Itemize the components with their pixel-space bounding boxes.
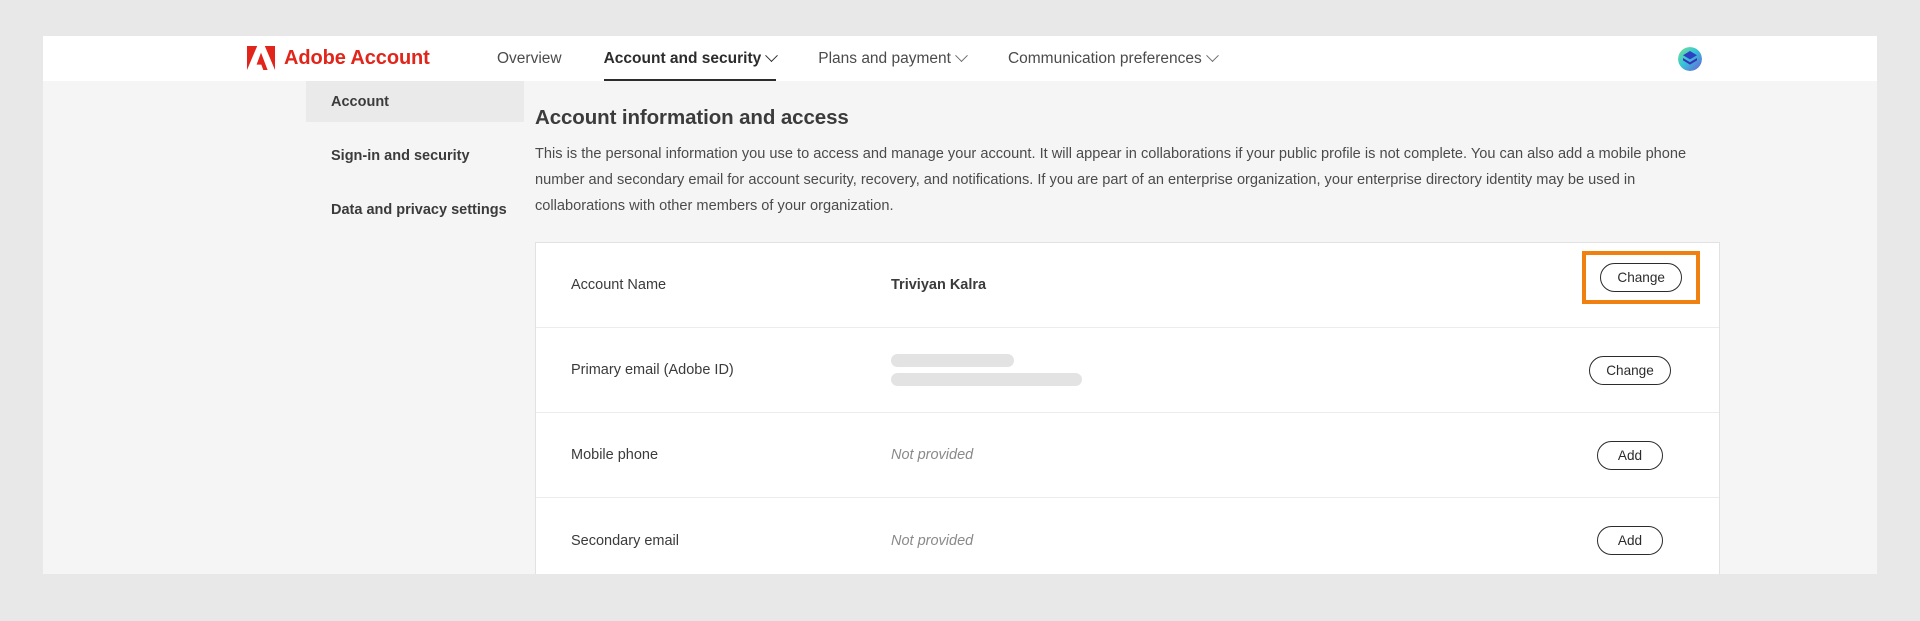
row-value bbox=[891, 354, 1571, 386]
redaction-bar bbox=[891, 354, 1014, 367]
nav-item-label: Overview bbox=[497, 49, 562, 67]
change-primary-email-button[interactable]: Change bbox=[1589, 355, 1671, 385]
user-avatar-icon bbox=[1678, 47, 1702, 71]
screenshot-root: Adobe Account Overview Account and secur… bbox=[0, 0, 1920, 621]
brand-logo-link[interactable]: Adobe Account bbox=[247, 36, 430, 81]
row-action: Change bbox=[1571, 355, 1689, 385]
add-mobile-phone-button[interactable]: Add bbox=[1597, 440, 1663, 470]
sidebar-item-sign-in-and-security[interactable]: Sign-in and security bbox=[306, 135, 524, 176]
nav-item-label: Account and security bbox=[603, 49, 762, 67]
page-viewport: Adobe Account Overview Account and secur… bbox=[43, 36, 1877, 574]
row-value: Not provided bbox=[891, 447, 974, 463]
chevron-down-icon bbox=[1205, 49, 1219, 63]
row-action: Add bbox=[1571, 526, 1689, 555]
page-description: This is the personal information you use… bbox=[535, 146, 1687, 214]
redaction-bar bbox=[891, 373, 1082, 386]
nav-item-account-and-security[interactable]: Account and security bbox=[583, 36, 798, 81]
page-content: Account Sign-in and security Data and pr… bbox=[43, 81, 1877, 574]
add-secondary-email-button[interactable]: Add bbox=[1597, 526, 1663, 555]
nav-links: Overview Account and security Plans and … bbox=[476, 36, 1238, 81]
page-title: Account information and access bbox=[535, 106, 849, 129]
nav-item-plans-and-payment[interactable]: Plans and payment bbox=[797, 36, 987, 81]
row-label: Account Name bbox=[571, 277, 667, 293]
table-row: Mobile phone Not provided Add bbox=[536, 413, 1719, 498]
nav-item-communication-preferences[interactable]: Communication preferences bbox=[987, 36, 1238, 81]
account-information-card: Account Name Triviyan Kalra Change Prima… bbox=[535, 242, 1720, 574]
table-row: Account Name Triviyan Kalra Change bbox=[536, 243, 1719, 328]
chevron-down-icon bbox=[765, 49, 779, 63]
row-action: Add bbox=[1571, 440, 1689, 470]
sidebar-item-account[interactable]: Account bbox=[306, 81, 524, 122]
adobe-logo-icon bbox=[247, 46, 275, 70]
sidebar-item-label: Data and privacy settings bbox=[331, 201, 507, 218]
row-value: Not provided bbox=[891, 532, 974, 549]
highlight-annotation: Change bbox=[1582, 251, 1700, 304]
top-navigation-bar: Adobe Account Overview Account and secur… bbox=[43, 36, 1877, 81]
sidebar-item-label: Sign-in and security bbox=[331, 147, 470, 164]
table-row: Secondary email Not provided Add bbox=[536, 498, 1719, 574]
nav-item-label: Plans and payment bbox=[818, 49, 951, 67]
sidebar-item-label: Account bbox=[331, 93, 389, 110]
avatar[interactable] bbox=[1678, 47, 1702, 71]
row-label: Primary email (Adobe ID) bbox=[571, 362, 734, 378]
row-label: Secondary email bbox=[571, 532, 679, 549]
change-account-name-button[interactable]: Change bbox=[1600, 263, 1682, 292]
redacted-value bbox=[891, 354, 1571, 386]
chevron-down-icon bbox=[955, 49, 968, 63]
sidebar-item-data-and-privacy-settings[interactable]: Data and privacy settings bbox=[306, 189, 524, 230]
nav-item-overview[interactable]: Overview bbox=[476, 36, 583, 81]
nav-item-label: Communication preferences bbox=[1007, 49, 1202, 67]
brand-name: Adobe Account bbox=[284, 47, 430, 69]
row-value: Triviyan Kalra bbox=[891, 277, 987, 293]
sidebar: Account Sign-in and security Data and pr… bbox=[306, 81, 524, 230]
main-panel: Account information and access This is t… bbox=[535, 81, 1720, 574]
table-row: Primary email (Adobe ID) Change bbox=[536, 328, 1719, 413]
row-label: Mobile phone bbox=[571, 447, 659, 463]
